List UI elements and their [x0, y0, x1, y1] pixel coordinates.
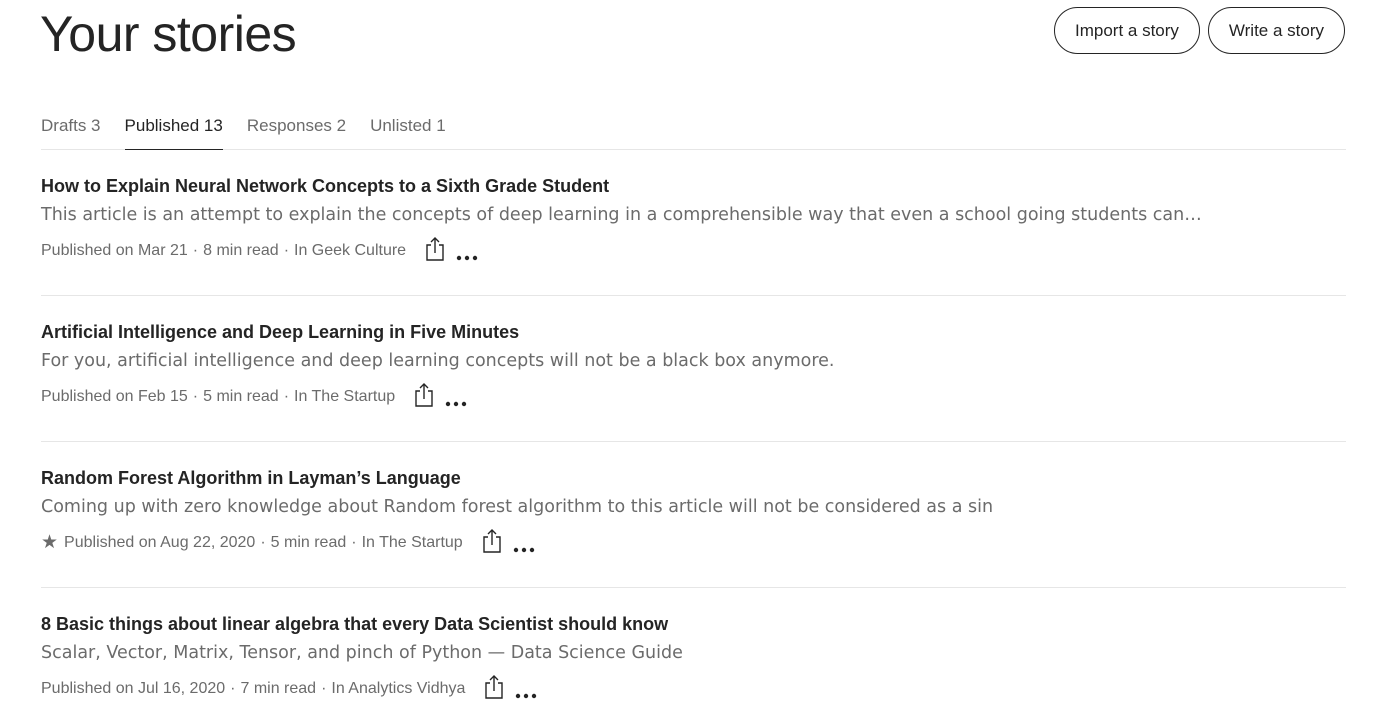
story-meta: Published on Mar 21 · 8 min read · In Ge…: [41, 237, 478, 262]
meta-separator: ·: [192, 388, 199, 405]
story-meta: Published on Feb 15 · 5 min read · In Th…: [41, 383, 467, 408]
story-read-time: 5 min read: [270, 534, 347, 551]
story-published-date: Published on Feb 15: [41, 388, 188, 405]
share-icon[interactable]: [481, 528, 503, 554]
story-tabs: Drafts 3 Published 13 Responses 2 Unlist…: [41, 104, 1346, 150]
story-item: Random Forest Algorithm in Layman’s Lang…: [41, 442, 1346, 588]
meta-separator: ·: [321, 680, 327, 697]
more-icon[interactable]: [513, 540, 535, 553]
meta-separator: ·: [192, 242, 199, 259]
story-subtitle: Coming up with zero knowledge about Rand…: [41, 497, 994, 517]
more-icon[interactable]: [445, 394, 467, 407]
tab-published[interactable]: Published 13: [124, 104, 223, 150]
story-title[interactable]: Artificial Intelligence and Deep Learnin…: [41, 322, 519, 343]
write-story-button[interactable]: Write a story: [1207, 7, 1345, 54]
share-icon[interactable]: [483, 674, 505, 700]
import-story-button[interactable]: Import a story: [1053, 7, 1200, 54]
star-icon: ★: [41, 531, 59, 553]
meta-separator: ·: [260, 534, 266, 551]
story-publication[interactable]: In Analytics Vidhya: [331, 680, 465, 698]
meta-separator: ·: [283, 388, 290, 405]
story-publication[interactable]: In Geek Culture: [294, 242, 406, 260]
story-title[interactable]: Random Forest Algorithm in Layman’s Lang…: [41, 468, 461, 489]
story-list: How to Explain Neural Network Concepts t…: [41, 150, 1346, 713]
story-item: How to Explain Neural Network Concepts t…: [41, 150, 1346, 296]
story-read-time: 8 min read: [203, 242, 279, 259]
more-icon[interactable]: [456, 248, 478, 261]
share-icon[interactable]: [413, 382, 435, 408]
story-title[interactable]: How to Explain Neural Network Concepts t…: [41, 176, 609, 197]
story-publication[interactable]: In The Startup: [362, 534, 463, 552]
meta-separator: ·: [283, 242, 290, 259]
story-published-date: Published on Mar 21: [41, 242, 188, 259]
share-icon[interactable]: [424, 236, 446, 262]
meta-separator: ·: [351, 534, 357, 551]
story-subtitle: For you, artificial intelligence and dee…: [41, 351, 835, 371]
page-title: Your stories: [40, 6, 297, 62]
story-meta: Published on Jul 16, 2020 · 7 min read ·…: [41, 675, 537, 700]
story-subtitle: This article is an attempt to explain th…: [41, 205, 1202, 225]
story-publication[interactable]: In The Startup: [294, 388, 395, 406]
story-meta: ★ Published on Aug 22, 2020 · 5 min read…: [41, 529, 535, 554]
story-item: 8 Basic things about linear algebra that…: [41, 588, 1346, 713]
story-subtitle: Scalar, Vector, Matrix, Tensor, and pinc…: [41, 643, 683, 663]
meta-separator: ·: [230, 680, 236, 697]
header-actions: Import a story Write a story: [1053, 7, 1345, 54]
story-title[interactable]: 8 Basic things about linear algebra that…: [41, 614, 668, 635]
story-item: Artificial Intelligence and Deep Learnin…: [41, 296, 1346, 442]
story-published-date: Published on Jul 16, 2020: [41, 680, 226, 697]
tab-unlisted[interactable]: Unlisted 1: [370, 104, 446, 150]
tab-drafts[interactable]: Drafts 3: [41, 104, 101, 150]
story-published-date: Published on Aug 22, 2020: [64, 534, 256, 551]
story-read-time: 5 min read: [203, 388, 279, 405]
more-icon[interactable]: [515, 686, 537, 699]
story-read-time: 7 min read: [240, 680, 317, 697]
tab-responses[interactable]: Responses 2: [247, 104, 346, 150]
